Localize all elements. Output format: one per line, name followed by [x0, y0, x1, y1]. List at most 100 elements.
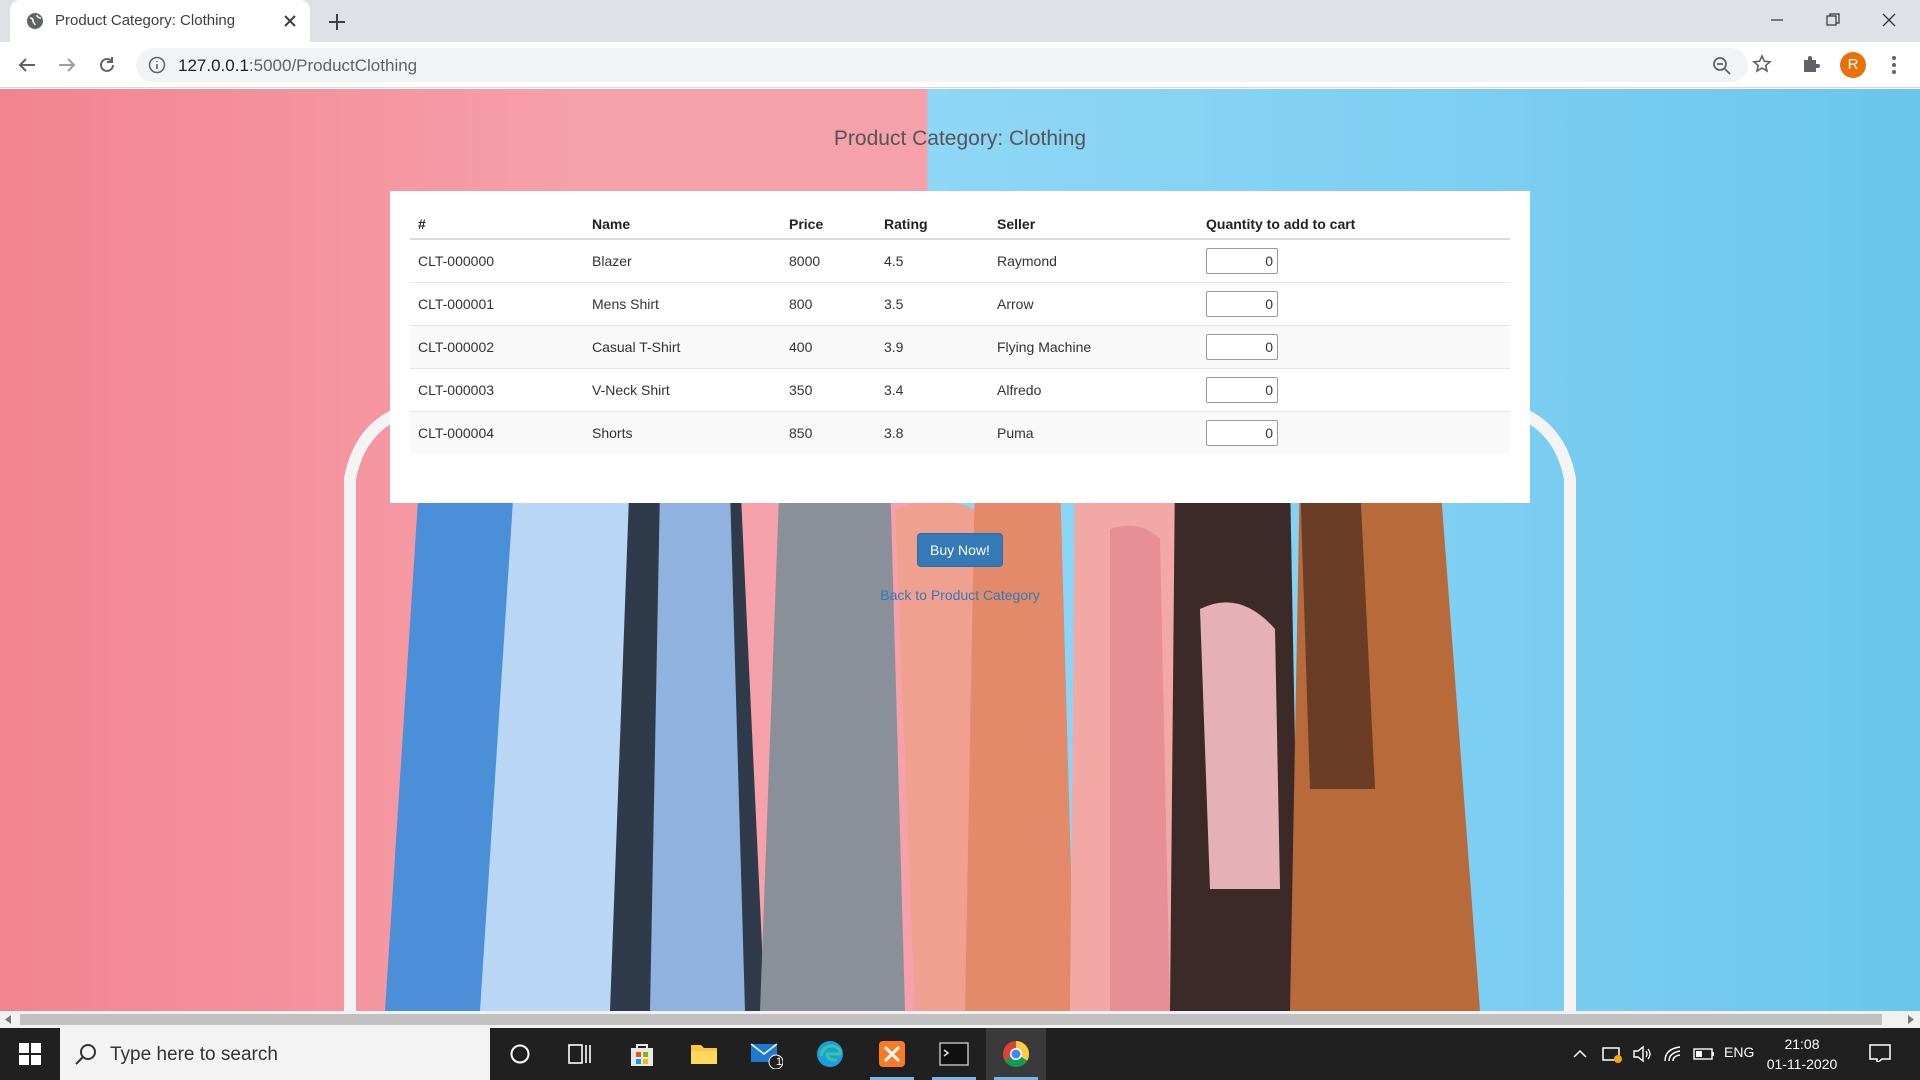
product-price: 850 — [781, 410, 876, 454]
extensions-puzzle-icon[interactable] — [1800, 52, 1824, 76]
chevron-up-icon[interactable] — [1572, 1046, 1588, 1066]
terminal-app[interactable] — [924, 1028, 984, 1080]
zoom-icon[interactable] — [1712, 56, 1732, 76]
wifi-icon[interactable] — [1662, 1044, 1684, 1064]
product-price: 350 — [781, 367, 876, 411]
windows-taskbar: Type here to search 1 ENG 21:08 01-11-20… — [0, 1028, 1920, 1080]
forward-button[interactable] — [54, 52, 80, 78]
mail-app[interactable]: 1 — [736, 1028, 796, 1080]
start-button[interactable] — [0, 1028, 60, 1080]
column-header-quantity: Quantity to add to cart — [1198, 209, 1510, 240]
address-bar[interactable]: 127.0.0.1:5000/ProductClothing — [136, 48, 1748, 82]
quantity-input[interactable] — [1206, 290, 1278, 317]
product-id: CLT-000003 — [410, 367, 584, 411]
more-vert-icon[interactable] — [1884, 52, 1904, 78]
new-tab-icon[interactable] — [324, 9, 350, 35]
back-to-category-link[interactable]: Back to Product Category — [0, 587, 1920, 603]
bookmark-star-icon[interactable] — [1752, 54, 1772, 74]
notification-center-icon[interactable] — [1868, 1042, 1892, 1062]
horizontal-scrollbar[interactable] — [0, 1011, 1920, 1028]
url-text: 127.0.0.1:5000/ProductClothing — [178, 56, 417, 76]
product-rating: 4.5 — [876, 238, 989, 282]
profile-avatar[interactable]: R — [1840, 52, 1866, 78]
product-price: 800 — [781, 281, 876, 325]
table-row: CLT-000002 Casual T-Shirt 400 3.9 Flying… — [410, 324, 1510, 368]
table-row: CLT-000001 Mens Shirt 800 3.5 Arrow — [410, 281, 1510, 325]
minimize-icon — [1771, 19, 1783, 21]
product-seller: Alfredo — [989, 367, 1198, 411]
edge-app[interactable] — [800, 1028, 860, 1080]
reload-icon — [100, 57, 114, 72]
file-explorer-app[interactable] — [674, 1028, 734, 1080]
product-seller: Flying Machine — [989, 324, 1198, 368]
folder-icon — [691, 1045, 717, 1064]
quantity-cell — [1198, 367, 1510, 411]
cortana-circle-icon — [510, 1044, 530, 1064]
quantity-input[interactable] — [1206, 376, 1278, 403]
battery-icon[interactable] — [1692, 1044, 1716, 1064]
product-rating: 3.9 — [876, 324, 989, 368]
reload-button[interactable] — [94, 52, 120, 78]
quantity-input[interactable] — [1206, 419, 1278, 446]
task-view-button[interactable] — [550, 1028, 610, 1080]
product-name: Shorts — [584, 410, 781, 454]
quantity-cell — [1198, 238, 1510, 282]
scrollbar-thumb[interactable] — [20, 1014, 1882, 1025]
chrome-app[interactable] — [986, 1028, 1046, 1080]
clock-date: 01-11-2020 — [1766, 1056, 1838, 1072]
xampp-icon — [879, 1041, 905, 1067]
network-status-icon[interactable] — [1601, 1044, 1623, 1064]
restore-icon — [1826, 13, 1840, 26]
column-header-name: Name — [584, 209, 781, 240]
close-tab-icon[interactable] — [280, 11, 300, 31]
product-table: # Name Price Rating Seller Quantity to a… — [410, 209, 1510, 454]
column-header-price: Price — [781, 209, 876, 240]
clock-time: 21:08 — [1784, 1036, 1820, 1052]
browser-tab-strip: Product Category: Clothing — [0, 0, 1920, 42]
quantity-cell — [1198, 324, 1510, 368]
system-clock[interactable]: 21:08 01-11-2020 — [1760, 1034, 1844, 1074]
volume-icon[interactable] — [1632, 1044, 1654, 1064]
product-name: V-Neck Shirt — [584, 367, 781, 411]
quantity-cell — [1198, 410, 1510, 454]
column-header-id: # — [410, 209, 584, 240]
quantity-input[interactable] — [1206, 247, 1278, 274]
xampp-app[interactable] — [862, 1028, 922, 1080]
product-rating: 3.5 — [876, 281, 989, 325]
product-name: Mens Shirt — [584, 281, 781, 325]
column-header-seller: Seller — [989, 209, 1198, 240]
product-id: CLT-000000 — [410, 238, 584, 282]
arrow-right-icon — [59, 58, 76, 72]
taskbar-search-box[interactable]: Type here to search — [60, 1028, 490, 1080]
browser-toolbar: 127.0.0.1:5000/ProductClothing R — [0, 42, 1920, 88]
store-app[interactable] — [612, 1028, 672, 1080]
product-price: 8000 — [781, 238, 876, 282]
product-name: Blazer — [584, 238, 781, 282]
product-seller: Raymond — [989, 238, 1198, 282]
terminal-icon — [939, 1042, 969, 1066]
close-window-button[interactable] — [1862, 0, 1916, 40]
tab-title: Product Category: Clothing — [55, 12, 236, 29]
scroll-left-icon[interactable] — [4, 1015, 13, 1024]
back-button[interactable] — [14, 52, 40, 78]
task-view-icon — [568, 1044, 591, 1064]
arrow-left-icon — [18, 58, 35, 72]
minimize-button[interactable] — [1750, 0, 1804, 40]
info-icon[interactable] — [148, 56, 166, 74]
language-indicator[interactable]: ENG — [1724, 1044, 1754, 1064]
chrome-icon — [1003, 1040, 1030, 1068]
table-row: CLT-000000 Blazer 8000 4.5 Raymond — [410, 238, 1510, 282]
quantity-input[interactable] — [1206, 333, 1278, 360]
microsoft-store-icon — [631, 1044, 653, 1066]
page-title: Product Category: Clothing — [833, 127, 1087, 150]
product-id: CLT-000002 — [410, 324, 584, 368]
product-rating: 3.4 — [876, 367, 989, 411]
cortana-button[interactable] — [490, 1028, 550, 1080]
quantity-cell — [1198, 281, 1510, 325]
buy-now-button[interactable]: Buy Now! — [917, 533, 1003, 567]
url-path: :5000/ProductClothing — [248, 56, 418, 75]
restore-button[interactable] — [1806, 0, 1860, 40]
windows-logo-icon — [19, 1043, 41, 1065]
scroll-right-icon[interactable] — [1906, 1015, 1915, 1024]
browser-tab[interactable]: Product Category: Clothing — [10, 0, 310, 42]
